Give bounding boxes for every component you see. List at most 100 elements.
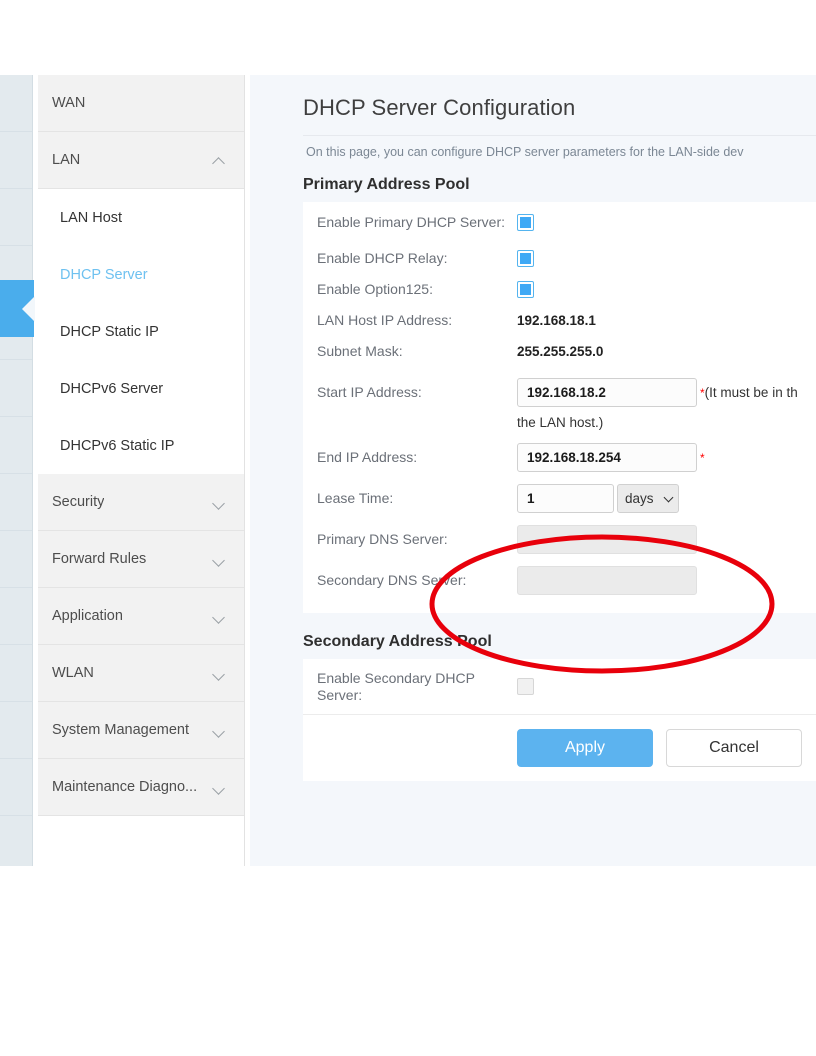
action-button-row: Apply Cancel [303, 715, 816, 781]
sidebar-item-dhcpv6-server[interactable]: DHCPv6 Server [38, 360, 244, 417]
sidebar-group-wlan[interactable]: WLAN [38, 645, 244, 702]
value-lan-host-ip: 192.168.18.1 [517, 313, 596, 328]
row-enable-option125: Enable Option125: [303, 274, 816, 305]
sidebar-group-label: Application [52, 608, 123, 624]
sidebar-group-label: WAN [52, 95, 86, 111]
row-lan-host-ip: LAN Host IP Address: 192.168.18.1 [303, 305, 816, 336]
rail-segment [0, 360, 32, 417]
rail-segment [0, 189, 32, 246]
sidebar-nav: WAN LAN LAN Host DHCP Server DHCP Static… [38, 75, 245, 866]
sidebar-item-dhcpv6-static-ip[interactable]: DHCPv6 Static IP [38, 417, 244, 474]
rail-segment [0, 417, 32, 474]
sidebar-group-label: System Management [52, 722, 190, 738]
rail-segment [0, 759, 32, 816]
sidebar-collapse-button[interactable] [0, 280, 35, 337]
checkbox-enable-dhcp-relay[interactable] [517, 250, 534, 267]
sidebar-item-dhcp-server[interactable]: DHCP Server [38, 246, 244, 303]
rail-segment [0, 645, 32, 702]
lease-time-unit-select[interactable]: days [617, 484, 679, 513]
chevron-down-icon [213, 496, 226, 509]
sidebar-group-application[interactable]: Application [38, 588, 244, 645]
rail-segment [0, 816, 32, 866]
sidebar-item-lan-host[interactable]: LAN Host [38, 189, 244, 246]
row-subnet-mask: Subnet Mask: 255.255.255.0 [303, 336, 816, 367]
label-enable-dhcp-relay: Enable DHCP Relay: [317, 250, 448, 266]
main-content: DHCP Server Configuration On this page, … [250, 75, 816, 866]
label-enable-option125: Enable Option125: [317, 281, 433, 297]
checkbox-enable-secondary-dhcp[interactable] [517, 678, 534, 695]
sidebar-group-wan[interactable]: WAN [38, 75, 244, 132]
chevron-down-icon [213, 724, 226, 737]
sidebar-group-forward-rules[interactable]: Forward Rules [38, 531, 244, 588]
label-enable-secondary-dhcp: Enable Secondary DHCP Server: [317, 669, 475, 703]
sidebar-item-label: DHCPv6 Server [60, 380, 164, 397]
row-lease-time: Lease Time: days [303, 478, 816, 519]
sidebar-item-label: LAN Host [60, 209, 123, 226]
primary-pool-card: Enable Primary DHCP Server: Enable DHCP … [303, 202, 816, 613]
row-enable-secondary-dhcp: Enable Secondary DHCP Server: [303, 659, 816, 714]
sidebar-group-maintenance-diagnosis[interactable]: Maintenance Diagno... [38, 759, 244, 816]
apply-button[interactable]: Apply [517, 729, 653, 767]
sidebar-group-label: WLAN [52, 665, 94, 681]
sidebar-group-label: LAN [52, 152, 81, 168]
sidebar-item-label: DHCP Static IP [60, 323, 159, 340]
label-primary-dns: Primary DNS Server: [317, 531, 448, 547]
row-end-ip: End IP Address: * [303, 433, 816, 478]
section-heading-primary-pool: Primary Address Pool [303, 176, 470, 193]
rail-segment [0, 702, 32, 759]
sidebar-group-label: Security [52, 494, 105, 510]
start-ip-input[interactable] [517, 378, 697, 407]
page-title: DHCP Server Configuration [303, 95, 576, 120]
section-heading-secondary-pool: Secondary Address Pool [303, 633, 492, 650]
rail-segment [0, 75, 32, 132]
sidebar-item-label: DHCPv6 Static IP [60, 437, 175, 454]
rail-segment [0, 588, 32, 645]
row-start-ip: Start IP Address: * (It must be in th [303, 367, 816, 413]
sidebar-group-system-management[interactable]: System Management [38, 702, 244, 759]
sidebar-item-dhcp-static-ip[interactable]: DHCP Static IP [38, 303, 244, 360]
start-ip-hint-line2: the LAN host.) [517, 415, 604, 430]
secondary-dns-input[interactable] [517, 566, 697, 595]
router-admin-app: WAN LAN LAN Host DHCP Server DHCP Static… [0, 75, 816, 866]
lease-time-unit-label: days [625, 491, 654, 506]
sidebar-group-label: Forward Rules [52, 551, 147, 567]
checkbox-enable-primary-dhcp[interactable] [517, 214, 534, 231]
end-ip-input[interactable] [517, 443, 697, 472]
screenshot-root: WAN LAN LAN Host DHCP Server DHCP Static… [0, 0, 816, 1056]
cancel-button[interactable]: Cancel [666, 729, 802, 767]
chevron-down-icon [665, 494, 674, 503]
sidebar-group-security[interactable]: Security [38, 474, 244, 531]
row-enable-dhcp-relay: Enable DHCP Relay: [303, 243, 816, 274]
lease-time-input[interactable] [517, 484, 614, 513]
primary-dns-input[interactable] [517, 525, 697, 554]
sidebar-group-label: Maintenance Diagno... [52, 779, 198, 795]
label-enable-primary-dhcp: Enable Primary DHCP Server: [317, 214, 506, 230]
row-primary-dns: Primary DNS Server: [303, 519, 816, 560]
chevron-down-icon [213, 553, 226, 566]
checkbox-enable-option125[interactable] [517, 281, 534, 298]
label-secondary-dns: Secondary DNS Server: [317, 572, 467, 588]
sidebar-submenu-lan: LAN Host DHCP Server DHCP Static IP DHCP… [38, 189, 244, 474]
rail-segment [0, 531, 32, 588]
value-subnet-mask: 255.255.255.0 [517, 344, 604, 359]
label-start-ip: Start IP Address: [317, 384, 422, 400]
label-lease-time: Lease Time: [317, 490, 394, 506]
label-subnet-mask: Subnet Mask: [317, 343, 403, 359]
chevron-up-icon [213, 154, 226, 167]
card-bottom-spacer [303, 601, 816, 613]
chevron-down-icon [213, 667, 226, 680]
required-asterisk: * [700, 450, 705, 465]
left-rail [0, 75, 33, 866]
chevron-down-icon [213, 781, 226, 794]
rail-segment [0, 474, 32, 531]
label-end-ip: End IP Address: [317, 449, 418, 465]
secondary-pool-card: Enable Secondary DHCP Server: Apply Canc… [303, 659, 816, 781]
label-lan-host-ip: LAN Host IP Address: [317, 312, 453, 328]
row-secondary-dns: Secondary DNS Server: [303, 560, 816, 601]
sidebar-group-lan[interactable]: LAN [38, 132, 244, 189]
chevron-down-icon [213, 610, 226, 623]
sidebar-item-label: DHCP Server [60, 266, 148, 283]
chevron-left-icon [22, 295, 35, 322]
rail-segment [0, 132, 32, 189]
page-description: On this page, you can configure DHCP ser… [306, 145, 744, 159]
